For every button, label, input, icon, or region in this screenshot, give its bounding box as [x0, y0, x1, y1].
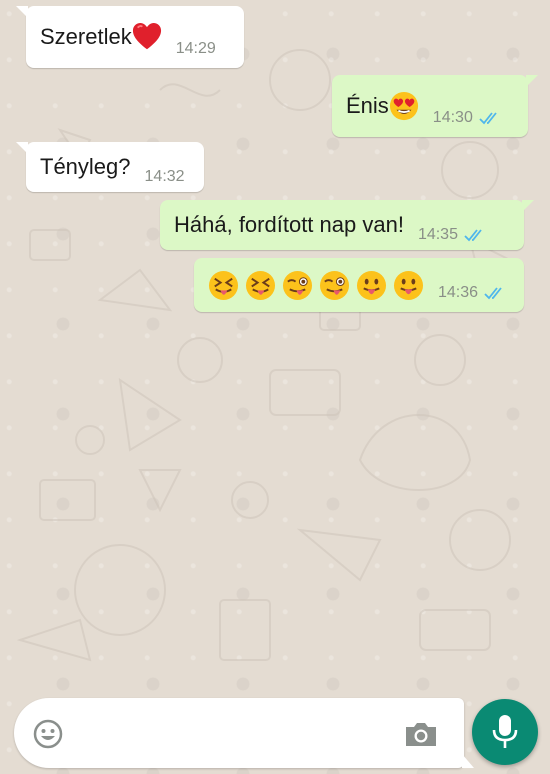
message-composer	[14, 698, 474, 768]
smiley-icon[interactable]	[32, 718, 64, 750]
wink-tongue-icon	[282, 270, 313, 301]
message-meta: 14:36	[438, 284, 506, 302]
squint-tongue-icon	[208, 270, 239, 301]
message-meta: 14:35	[418, 226, 486, 244]
message-meta: 14:29	[176, 40, 216, 58]
double-check-icon	[464, 229, 482, 242]
message-time: 14:30	[432, 109, 473, 126]
message-time: 14:35	[417, 226, 458, 243]
message-meta: 14:32	[145, 168, 185, 186]
squint-tongue-icon	[245, 270, 276, 301]
double-check-icon	[479, 112, 497, 125]
double-check-icon	[484, 287, 502, 300]
tongue-out-icon	[393, 270, 424, 301]
message-bubble-outgoing[interactable]: 14:36	[194, 258, 524, 312]
message-input[interactable]	[84, 708, 388, 760]
wink-tongue-icon	[319, 270, 350, 301]
bubble-tail	[522, 200, 534, 212]
emoji-row	[208, 270, 430, 301]
message-time: 14:29	[175, 40, 216, 57]
bubble-tail	[526, 75, 538, 87]
heart-eyes-icon	[389, 91, 419, 121]
message-time: 14:36	[438, 284, 479, 301]
red-heart-icon	[132, 22, 162, 52]
message-text: Háhá, fordított nap van!	[174, 212, 404, 237]
bubble-tail	[16, 6, 28, 18]
message-text-content: Énis	[346, 93, 389, 118]
message-text: Szeretlek	[40, 22, 162, 52]
message-bubble-incoming[interactable]: Szeretlek 14:29	[16, 6, 244, 68]
message-text-content: Szeretlek	[40, 24, 132, 49]
voice-record-button[interactable]	[472, 699, 538, 765]
message-text: Énis	[346, 91, 419, 121]
message-text: Tényleg?	[40, 154, 131, 179]
composer-tail	[462, 754, 474, 768]
bubble-tail	[16, 142, 28, 154]
camera-icon[interactable]	[404, 720, 438, 748]
message-bubble-outgoing[interactable]: Háhá, fordított nap van! 14:35	[160, 200, 534, 250]
message-bubble-incoming[interactable]: Tényleg? 14:32	[16, 142, 204, 192]
message-time: 14:32	[144, 168, 185, 185]
mic-icon	[492, 715, 518, 748]
message-meta: 14:30	[433, 109, 501, 127]
message-bubble-outgoing[interactable]: Énis 14:30	[332, 75, 538, 137]
tongue-out-icon	[356, 270, 387, 301]
